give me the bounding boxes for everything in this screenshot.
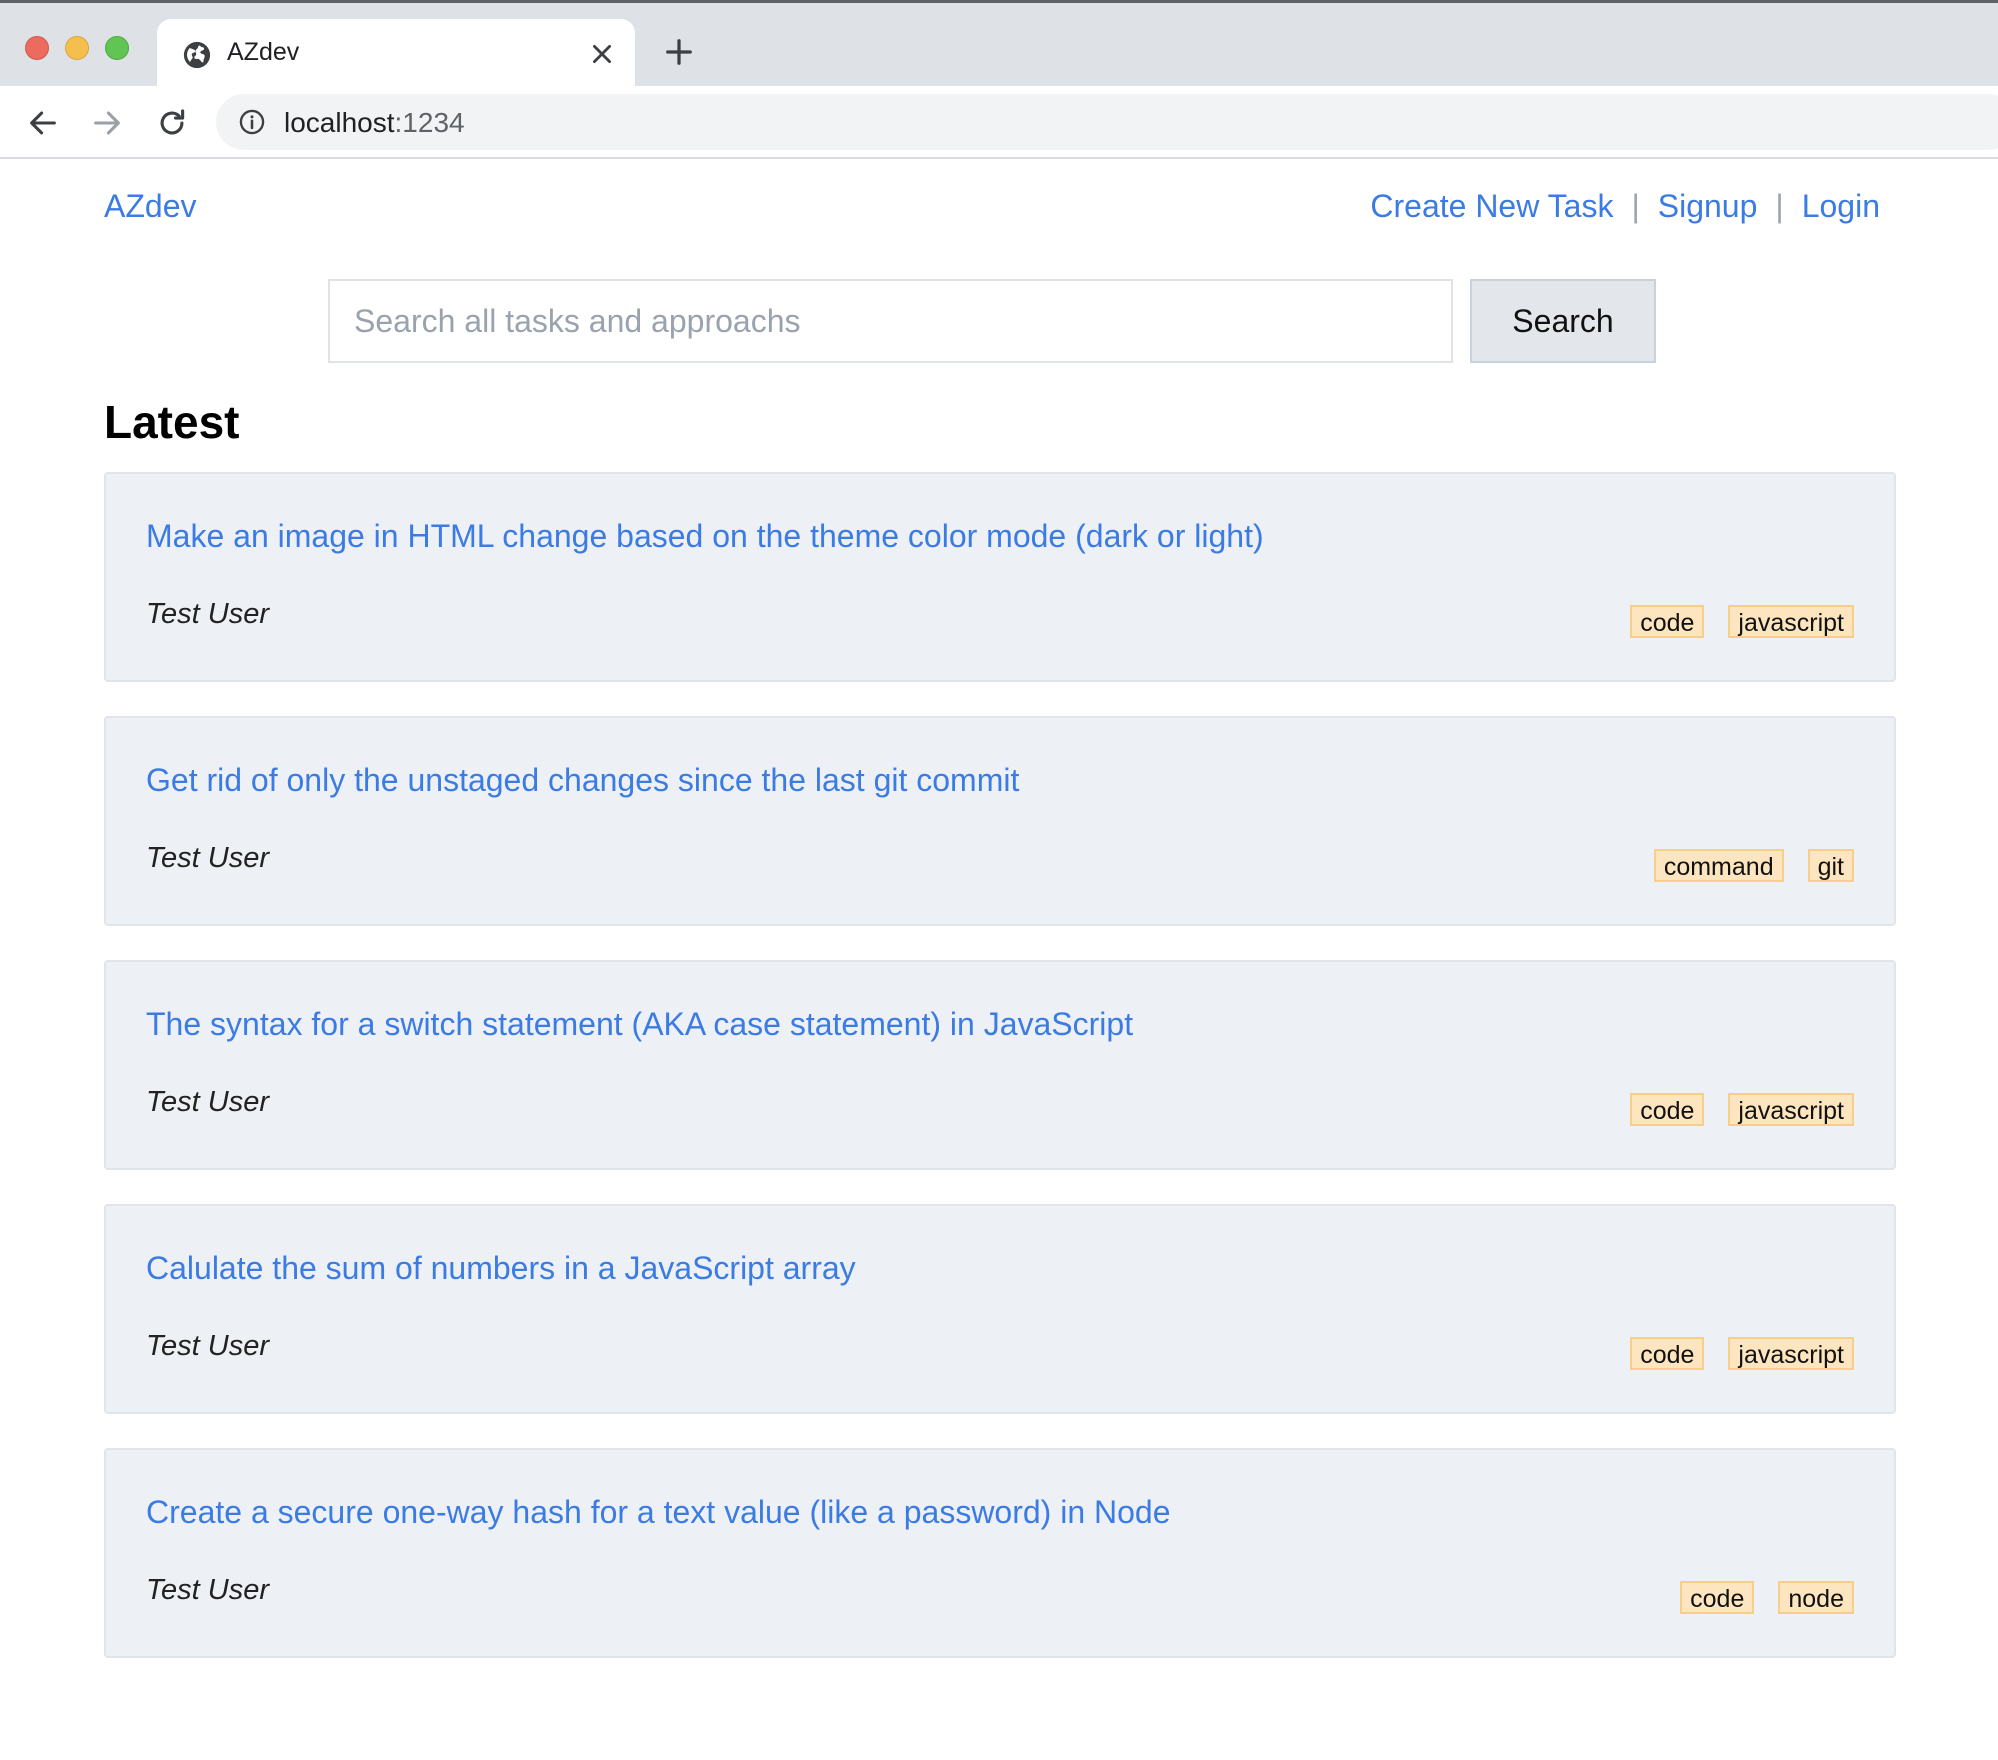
plus-icon[interactable] [664,37,694,67]
window-zoom-button[interactable] [105,36,129,60]
search-button[interactable]: Search [1470,279,1656,363]
task-author: Test User [146,598,270,630]
url-text[interactable]: localhost:1234 [284,107,465,139]
task-tags: code javascript [1630,1337,1854,1370]
task-tags: command git [1653,849,1854,882]
latest-heading: Latest [104,396,240,448]
arrow-right-icon[interactable] [90,106,124,140]
address-bar[interactable]: localhost:1234 [216,94,1998,150]
signup-link[interactable]: Signup [1658,188,1758,224]
task-list: Make an image in HTML change based on th… [104,472,1896,1692]
tag[interactable]: code [1630,1337,1705,1370]
top-nav: Create New Task | Signup | Login [1370,188,1880,225]
login-link[interactable]: Login [1802,188,1880,224]
tag[interactable]: javascript [1728,605,1854,638]
tag[interactable]: javascript [1728,1093,1854,1126]
tag[interactable]: command [1653,849,1784,882]
search-input[interactable] [328,279,1453,363]
info-icon[interactable] [238,108,266,136]
tag[interactable]: code [1680,1581,1755,1614]
nav-separator: | [1775,188,1784,224]
tag[interactable]: git [1807,849,1854,882]
task-author: Test User [146,1574,270,1606]
browser-tab-title: AZdev [227,38,300,66]
task-author: Test User [146,1330,270,1362]
nav-separator: | [1631,188,1640,224]
tag[interactable]: code [1630,1093,1705,1126]
task-card: Make an image in HTML change based on th… [104,472,1896,682]
window-minimize-button[interactable] [65,36,89,60]
task-tags: code javascript [1630,1093,1854,1126]
browser-toolbar: localhost:1234 [0,86,1998,159]
task-title-link[interactable]: Calulate the sum of numbers in a JavaScr… [146,1250,856,1287]
task-title-link[interactable]: Make an image in HTML change based on th… [146,518,1264,555]
task-card: Get rid of only the unstaged changes sin… [104,716,1896,926]
url-host: localhost [284,107,395,138]
globe-icon [183,41,211,69]
create-task-link[interactable]: Create New Task [1370,188,1613,224]
browser-tab-bar: AZdev [0,0,1998,89]
task-tags: code node [1680,1581,1854,1614]
task-card: Create a secure one-way hash for a text … [104,1448,1896,1658]
url-port: :1234 [394,107,465,138]
browser-tab[interactable]: AZdev [157,19,635,89]
task-tags: code javascript [1630,605,1854,638]
task-title-link[interactable]: Create a secure one-way hash for a text … [146,1494,1171,1531]
task-title-link[interactable]: Get rid of only the unstaged changes sin… [146,762,1019,799]
task-author: Test User [146,1086,270,1118]
task-author: Test User [146,842,270,874]
close-icon[interactable] [589,41,615,67]
window-close-button[interactable] [25,36,49,60]
brand-link[interactable]: AZdev [104,188,196,225]
arrow-left-icon[interactable] [26,106,60,140]
tag[interactable]: javascript [1728,1337,1854,1370]
tag[interactable]: node [1778,1581,1854,1614]
page-content: AZdev Create New Task | Signup | Login Searc… [0,159,1998,1760]
tag[interactable]: code [1630,605,1705,638]
task-card: The syntax for a switch statement (AKA c… [104,960,1896,1170]
reload-icon[interactable] [155,106,189,140]
task-card: Calulate the sum of numbers in a JavaScr… [104,1204,1896,1414]
task-title-link[interactable]: The syntax for a switch statement (AKA c… [146,1006,1133,1043]
